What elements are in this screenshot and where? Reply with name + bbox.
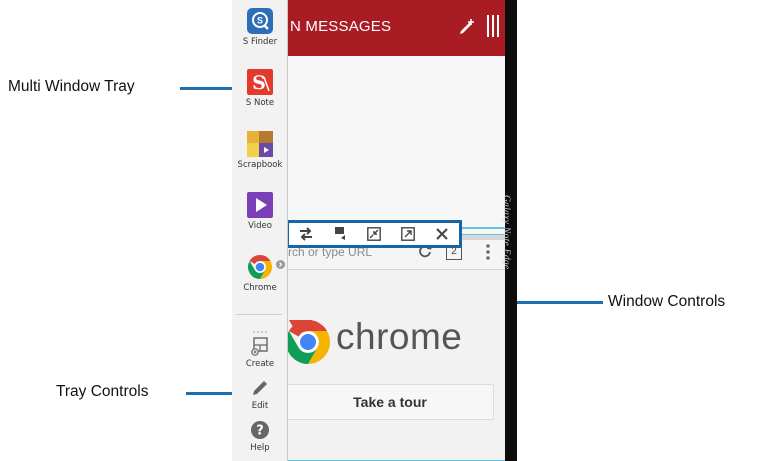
tray-app-scrapbook[interactable]: Scrapbook	[232, 131, 288, 170]
multi-window-tray-pointer	[180, 87, 232, 90]
tray-controls-pointer	[186, 392, 232, 395]
help-icon: ?	[250, 420, 270, 440]
tray-app-s-note[interactable]: S S Note	[232, 69, 288, 108]
tray-control-label: Help	[250, 443, 270, 453]
create-icon	[250, 336, 270, 356]
messages-menu-icon[interactable]	[486, 14, 500, 38]
edit-icon	[250, 378, 270, 398]
svg-text:S: S	[257, 16, 263, 26]
tray-control-help[interactable]: ? Help	[232, 420, 288, 453]
tray-control-label: Create	[245, 359, 275, 369]
svg-text:?: ?	[256, 424, 264, 439]
tray-app-label: Video	[248, 221, 272, 231]
maximize-window-icon[interactable]	[397, 224, 419, 244]
tray-control-create[interactable]: Create	[232, 336, 288, 369]
window-controls-toolbar	[286, 220, 462, 248]
window-controls-connector	[462, 227, 506, 229]
tray-controls-label: Tray Controls	[56, 383, 149, 400]
close-window-icon[interactable]	[431, 224, 453, 244]
tray-app-video[interactable]: Video	[232, 192, 288, 231]
compose-icon[interactable]	[458, 17, 476, 35]
s-finder-icon: S	[247, 8, 273, 34]
messages-title: N MESSAGES	[290, 18, 392, 35]
tray-app-label: S Finder	[242, 37, 278, 47]
minimize-window-icon[interactable]	[363, 224, 385, 244]
s-note-icon: S	[247, 69, 273, 95]
window-controls-label: Window Controls	[608, 293, 726, 310]
tray-app-label: Scrapbook	[237, 160, 283, 170]
tray-app-label: S Note	[245, 98, 275, 108]
tray-app-label: Chrome	[243, 283, 277, 293]
chevron-right-icon	[276, 260, 285, 269]
tray-control-edit[interactable]: Edit	[232, 378, 288, 411]
tray-divider	[236, 314, 282, 315]
tray-control-label: Edit	[251, 401, 269, 411]
tray-handle-icon[interactable]	[250, 321, 270, 333]
drag-content-icon[interactable]	[329, 224, 351, 244]
tray-app-chrome[interactable]: Chrome	[232, 254, 288, 293]
switch-windows-icon[interactable]	[295, 224, 317, 244]
active-window-frame	[286, 234, 506, 461]
device-edge-text: Galaxy Note Edge	[501, 195, 511, 270]
tray-app-s-finder[interactable]: S S Finder	[232, 8, 288, 47]
chrome-icon	[247, 254, 285, 280]
video-icon	[247, 192, 273, 218]
scrapbook-icon	[247, 131, 273, 157]
multi-window-tray-label: Multi Window Tray	[8, 78, 135, 95]
svg-text:S: S	[252, 72, 266, 94]
